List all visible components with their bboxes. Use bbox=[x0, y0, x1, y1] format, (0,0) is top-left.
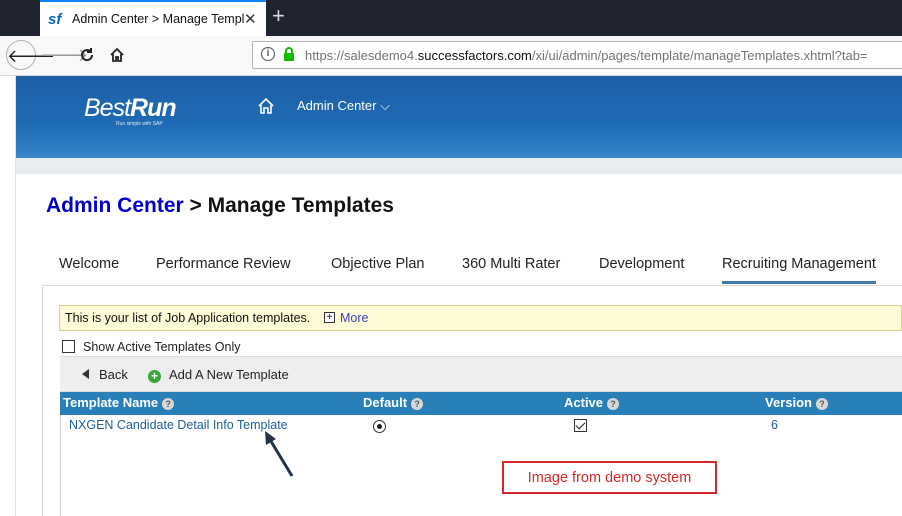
col-template-name-label: Template Name bbox=[63, 395, 159, 410]
pointer-arrow-icon bbox=[265, 431, 294, 477]
forward-icon[interactable]: 🡒 bbox=[40, 40, 88, 70]
help-icon[interactable]: ? bbox=[607, 398, 620, 410]
demo-annotation-text: Image from demo system bbox=[527, 470, 692, 486]
back-arrow-icon bbox=[82, 369, 89, 379]
address-bar[interactable]: i https://salesdemo4.successfactors.com/… bbox=[252, 41, 902, 69]
tab-objective-plan[interactable]: Objective Plan bbox=[331, 256, 425, 272]
action-toolbar: Back + Add A New Template bbox=[60, 356, 902, 392]
bestrun-logo[interactable]: BestRun bbox=[84, 94, 177, 123]
header-band bbox=[16, 158, 902, 174]
info-text: This is your list of Job Application tem… bbox=[65, 311, 311, 325]
logo-tagline: Run simple with SAP bbox=[116, 121, 163, 127]
back-label: Back bbox=[99, 367, 128, 382]
logo-run: Run bbox=[130, 94, 177, 122]
help-icon[interactable]: ? bbox=[162, 398, 175, 410]
app-header: BestRun Run simple with SAP Admin Center… bbox=[16, 76, 902, 158]
col-default[interactable]: Default? bbox=[363, 395, 424, 410]
browser-tab[interactable]: sf Admin Center > Manage Templ ✕ bbox=[40, 0, 266, 36]
tab-recruiting-management[interactable]: Recruiting Management bbox=[722, 256, 876, 284]
show-active-label: Show Active Templates Only bbox=[83, 340, 241, 354]
more-link[interactable]: More bbox=[340, 311, 368, 325]
back-button[interactable]: Back bbox=[82, 367, 128, 382]
url-text: https://salesdemo4.successfactors.com/xi… bbox=[305, 48, 868, 63]
col-template-name[interactable]: Template Name? bbox=[63, 395, 175, 410]
col-version-label: Version bbox=[765, 395, 812, 410]
logo-best: Best bbox=[84, 94, 131, 122]
browser-nav-bar: 🡐 🡒 i https://salesdemo4.successfactors.… bbox=[0, 36, 902, 76]
url-domain: successfactors.com bbox=[417, 48, 532, 63]
home-icon[interactable] bbox=[257, 97, 275, 115]
window-left-edge bbox=[0, 76, 16, 516]
col-active-label: Active bbox=[564, 395, 604, 410]
page-title: Admin Center > Manage Templates bbox=[46, 194, 394, 218]
help-icon[interactable]: ? bbox=[411, 398, 424, 410]
add-circle-icon: + bbox=[148, 370, 161, 383]
table-header: Template Name? Default? Active? Version? bbox=[60, 392, 902, 415]
info-message: This is your list of Job Application tem… bbox=[59, 305, 902, 331]
default-radio[interactable] bbox=[373, 420, 386, 433]
col-active[interactable]: Active? bbox=[564, 395, 620, 410]
tab-welcome[interactable]: Welcome bbox=[59, 256, 119, 272]
help-icon[interactable]: ? bbox=[815, 398, 828, 410]
template-tabs: Welcome Performance Review Objective Pla… bbox=[42, 244, 902, 286]
tab-performance-review[interactable]: Performance Review bbox=[156, 256, 291, 272]
show-active-checkbox[interactable] bbox=[62, 340, 75, 353]
close-tab-icon[interactable]: ✕ bbox=[244, 10, 257, 28]
admin-center-menu[interactable]: Admin Center ⌵ bbox=[297, 98, 390, 114]
add-template-button[interactable]: + Add A New Template bbox=[148, 367, 289, 383]
screen: sf Admin Center > Manage Templ ✕ + 🡐 🡒 i… bbox=[0, 0, 902, 516]
tab-title: Admin Center > Manage Templ bbox=[72, 12, 244, 26]
expand-plus-icon[interactable]: + bbox=[324, 312, 335, 323]
new-tab-button[interactable]: + bbox=[272, 4, 285, 28]
version-link[interactable]: 6 bbox=[771, 418, 778, 432]
sf-favicon-icon: sf bbox=[48, 11, 62, 28]
template-name-link[interactable]: NXGEN Candidate Detail Info Template bbox=[69, 418, 288, 432]
col-default-label: Default bbox=[363, 395, 408, 410]
active-checkbox[interactable] bbox=[574, 419, 587, 432]
tab-development[interactable]: Development bbox=[599, 256, 684, 272]
reload-icon[interactable] bbox=[72, 40, 102, 70]
col-version[interactable]: Version? bbox=[765, 395, 828, 410]
site-info-icon[interactable]: i bbox=[261, 47, 275, 61]
url-prefix: https://salesdemo4. bbox=[305, 48, 418, 63]
breadcrumb-admin-center[interactable]: Admin Center bbox=[46, 194, 184, 217]
demo-annotation-box: Image from demo system bbox=[502, 461, 717, 494]
lock-icon bbox=[284, 47, 294, 61]
browser-tab-bar: sf Admin Center > Manage Templ ✕ + bbox=[0, 0, 902, 36]
add-template-label: Add A New Template bbox=[169, 367, 289, 382]
page-title-text: > Manage Templates bbox=[183, 194, 394, 217]
url-path: /xi/ui/admin/pages/template/manageTempla… bbox=[531, 48, 868, 63]
tab-360-multi-rater[interactable]: 360 Multi Rater bbox=[462, 256, 560, 272]
back-icon[interactable]: 🡐 bbox=[6, 40, 55, 70]
home-icon[interactable] bbox=[102, 40, 132, 70]
